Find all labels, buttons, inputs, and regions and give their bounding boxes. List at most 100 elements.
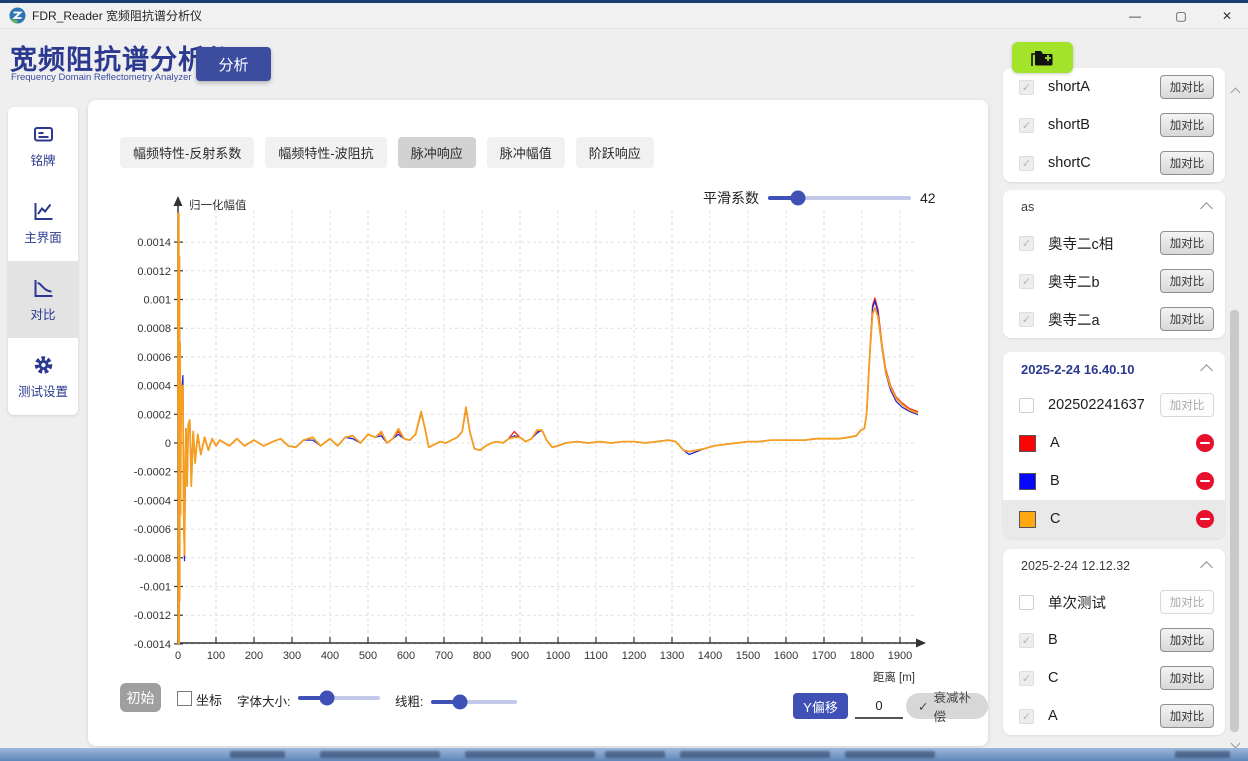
- item-name: B: [1048, 632, 1146, 648]
- group-title: 2025-2-24 12.12.32: [1021, 559, 1202, 573]
- attenuation-label: 衰减补偿: [933, 687, 976, 725]
- item-checkbox: ✓: [1019, 80, 1034, 95]
- svg-text:-0.0014: -0.0014: [134, 639, 171, 651]
- sidebar: 铭牌主界面对比测试设置: [8, 107, 78, 415]
- list-item: ✓奥寺二c相加对比: [1003, 224, 1225, 262]
- item-checkbox: ✓: [1019, 671, 1034, 686]
- item-checkbox: ✓: [1019, 709, 1034, 724]
- svg-text:-0.0008: -0.0008: [134, 553, 171, 565]
- series-color-swatch: [1019, 473, 1036, 490]
- list-item: A: [1003, 424, 1225, 462]
- item-name: A: [1048, 708, 1146, 724]
- line-width-slider-thumb[interactable]: [453, 695, 468, 710]
- tab-2[interactable]: 脉冲响应: [398, 137, 476, 168]
- group-header[interactable]: 2025-2-24 12.12.32: [1003, 549, 1225, 583]
- item-name: shortB: [1048, 117, 1146, 133]
- group-title: 2025-2-24 16.40.10: [1021, 362, 1202, 377]
- measurement-group: 2025-2-24 16.40.10202502241637加对比ABC: [1003, 352, 1225, 538]
- y-offset-input[interactable]: [855, 693, 903, 719]
- add-compare-button[interactable]: 加对比: [1160, 75, 1214, 99]
- add-compare-button[interactable]: 加对比: [1160, 269, 1214, 293]
- svg-text:1000: 1000: [546, 650, 570, 662]
- list-item: B: [1003, 462, 1225, 500]
- item-checkbox[interactable]: [1019, 398, 1034, 413]
- line-width-slider[interactable]: [431, 700, 517, 704]
- chevron-up-icon: [1200, 561, 1213, 574]
- page-subtitle: Frequency Domain Reflectometry Analyzer: [11, 72, 192, 83]
- maximize-button[interactable]: ▢: [1164, 5, 1198, 27]
- sidebar-item-compare[interactable]: 对比: [8, 261, 78, 338]
- reset-button[interactable]: 初始: [120, 683, 161, 712]
- titlebar: FDR_Reader 宽频阻抗谱分析仪 — ▢ ✕: [0, 3, 1248, 29]
- add-compare-button[interactable]: 加对比: [1160, 113, 1214, 137]
- item-checkbox: ✓: [1019, 118, 1034, 133]
- svg-text:1600: 1600: [774, 650, 798, 662]
- list-item: ✓shortC加对比: [1003, 144, 1225, 182]
- sidebar-item-settings[interactable]: 测试设置: [8, 338, 78, 415]
- tab-1[interactable]: 幅频特性-波阻抗: [265, 137, 386, 168]
- remove-series-button[interactable]: [1196, 434, 1214, 452]
- minus-icon: [1200, 518, 1210, 521]
- svg-text:0.0006: 0.0006: [137, 352, 171, 364]
- group-header[interactable]: 2025-2-24 16.40.10: [1003, 352, 1225, 386]
- svg-text:1700: 1700: [812, 650, 836, 662]
- item-name: shortA: [1048, 79, 1146, 95]
- series-color-swatch: [1019, 511, 1036, 528]
- svg-text:0.0014: 0.0014: [137, 237, 171, 249]
- scroll-up-arrow-icon[interactable]: [1228, 84, 1242, 98]
- svg-text:300: 300: [283, 650, 301, 662]
- font-size-slider[interactable]: [298, 696, 380, 700]
- response-chart: 0.00140.00120.0010.00080.00060.00040.000…: [125, 190, 970, 695]
- svg-text:700: 700: [435, 650, 453, 662]
- tab-3[interactable]: 脉冲幅值: [487, 137, 565, 168]
- svg-text:-0.0006: -0.0006: [134, 524, 171, 536]
- desktop-taskbar: [0, 748, 1248, 761]
- add-compare-button[interactable]: 加对比: [1160, 151, 1214, 175]
- add-compare-button[interactable]: 加对比: [1160, 231, 1214, 255]
- item-name: C: [1050, 511, 1182, 527]
- item-checkbox[interactable]: [1019, 595, 1034, 610]
- sidebar-item-nameplate[interactable]: 铭牌: [8, 107, 78, 184]
- minus-icon: [1200, 442, 1210, 445]
- scrollbar-thumb[interactable]: [1230, 310, 1239, 732]
- add-compare-button: 加对比: [1160, 393, 1214, 417]
- sidebar-item-label: 主界面: [24, 227, 62, 246]
- sidebar-item-main[interactable]: 主界面: [8, 184, 78, 261]
- svg-text:1400: 1400: [698, 650, 722, 662]
- list-item: C: [1003, 500, 1225, 538]
- item-name: 奥寺二c相: [1048, 233, 1146, 254]
- y-offset-button[interactable]: Y偏移: [793, 693, 848, 719]
- tab-0[interactable]: 幅频特性-反射系数: [120, 137, 254, 168]
- svg-text:0.0004: 0.0004: [137, 381, 171, 393]
- minimize-button[interactable]: —: [1118, 5, 1152, 27]
- sidebar-item-label: 对比: [30, 304, 55, 323]
- nameplate-icon: [31, 122, 56, 146]
- svg-text:1200: 1200: [622, 650, 646, 662]
- svg-text:800: 800: [473, 650, 491, 662]
- add-compare-button[interactable]: 加对比: [1160, 704, 1214, 728]
- remove-series-button[interactable]: [1196, 510, 1214, 528]
- svg-text:500: 500: [359, 650, 377, 662]
- measurement-group: 2025-2-24 12.12.32单次测试加对比✓B加对比✓C加对比✓A加对比: [1003, 549, 1225, 735]
- tab-4[interactable]: 阶跃响应: [576, 137, 654, 168]
- window-title: FDR_Reader 宽频阻抗谱分析仪: [32, 7, 202, 24]
- chevron-up-icon: [1200, 364, 1213, 377]
- add-compare-button[interactable]: 加对比: [1160, 307, 1214, 331]
- measurement-group: ✓shortA加对比✓shortB加对比✓shortC加对比: [1003, 68, 1225, 182]
- svg-text:0: 0: [165, 438, 171, 450]
- check-icon: ✓: [918, 699, 928, 714]
- font-size-slider-thumb[interactable]: [319, 691, 334, 706]
- remove-series-button[interactable]: [1196, 472, 1214, 490]
- group-header[interactable]: as: [1003, 190, 1225, 224]
- close-button[interactable]: ✕: [1210, 5, 1244, 27]
- add-folder-button[interactable]: [1012, 42, 1073, 73]
- svg-text:-0.0012: -0.0012: [134, 610, 171, 622]
- measurement-group: as✓奥寺二c相加对比✓奥寺二b加对比✓奥寺二a加对比: [1003, 190, 1225, 338]
- add-compare-button[interactable]: 加对比: [1160, 628, 1214, 652]
- attenuation-toggle[interactable]: ✓ 衰减补偿: [906, 693, 988, 719]
- svg-text:1900: 1900: [888, 650, 912, 662]
- coordinates-checkbox[interactable]: [177, 691, 192, 706]
- analyze-button[interactable]: 分析: [196, 47, 271, 81]
- add-compare-button[interactable]: 加对比: [1160, 666, 1214, 690]
- svg-text:1300: 1300: [660, 650, 684, 662]
